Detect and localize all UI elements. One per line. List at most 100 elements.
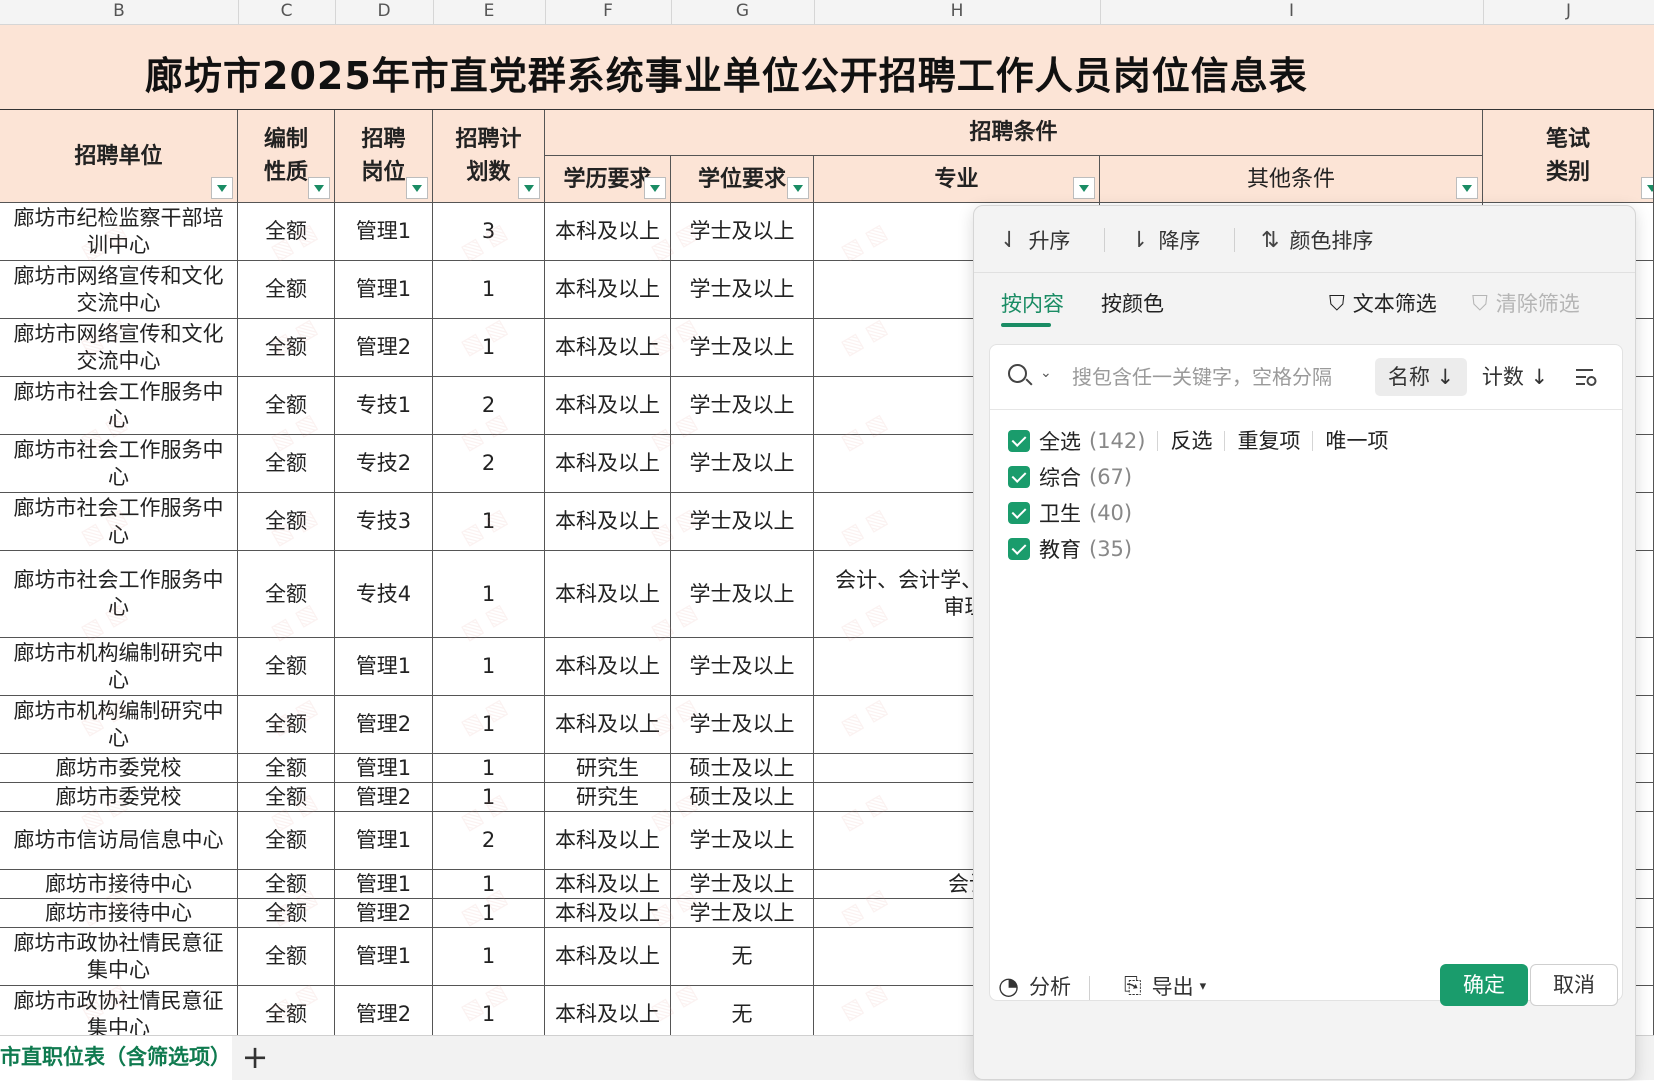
- cell-plan[interactable]: 2: [433, 435, 545, 493]
- cell-staffing[interactable]: 全额: [238, 261, 335, 319]
- add-sheet-button[interactable]: +: [240, 1038, 270, 1078]
- cell-education[interactable]: 本科及以上: [545, 551, 671, 638]
- list-settings-icon[interactable]: [1575, 367, 1597, 387]
- cell-unit[interactable]: 廊坊市机构编制研究中心: [0, 638, 238, 696]
- column-letter[interactable]: H: [814, 0, 1100, 25]
- cell-plan[interactable]: 1: [433, 928, 545, 986]
- filter-dropdown-button[interactable]: [644, 177, 666, 199]
- checkbox-checked-icon[interactable]: [1008, 466, 1030, 488]
- column-letter[interactable]: F: [545, 0, 671, 25]
- cell-plan[interactable]: 3: [433, 203, 545, 261]
- search-icon[interactable]: [1008, 364, 1027, 383]
- cell-education[interactable]: 本科及以上: [545, 812, 671, 870]
- header-conditions[interactable]: 招聘条件: [545, 110, 1483, 156]
- filter-option[interactable]: 卫生 (40): [1008, 495, 1132, 531]
- cell-degree[interactable]: 硕士及以上: [671, 754, 814, 783]
- cell-plan[interactable]: 1: [433, 261, 545, 319]
- filter-dropdown-button[interactable]: [308, 177, 330, 199]
- cell-staffing[interactable]: 全额: [238, 203, 335, 261]
- header-unit[interactable]: 招聘单位: [0, 110, 238, 203]
- cell-unit[interactable]: 廊坊市社会工作服务中心: [0, 435, 238, 493]
- column-letter[interactable]: J: [1483, 0, 1654, 25]
- cell-education[interactable]: 本科及以上: [545, 638, 671, 696]
- filter-dropdown-button[interactable]: [1456, 177, 1478, 199]
- cell-degree[interactable]: 学士及以上: [671, 696, 814, 754]
- cell-education[interactable]: 本科及以上: [545, 261, 671, 319]
- export-button[interactable]: ⎘ 导出 ▾: [1124, 971, 1206, 1001]
- header-post[interactable]: 招聘岗位: [335, 110, 433, 203]
- sort-by-name-button[interactable]: 名称 ↓: [1375, 358, 1467, 396]
- filter-dropdown-button[interactable]: [787, 177, 809, 199]
- sort-descending-button[interactable]: ⇂ 降序: [1130, 220, 1200, 260]
- cell-staffing[interactable]: 全额: [238, 928, 335, 986]
- cell-post[interactable]: 管理1: [335, 203, 433, 261]
- cell-unit[interactable]: 廊坊市网络宣传和文化交流中心: [0, 261, 238, 319]
- sort-by-count-button[interactable]: 计数 ↓: [1480, 358, 1550, 396]
- cell-post[interactable]: 专技2: [335, 435, 433, 493]
- cell-education[interactable]: 本科及以上: [545, 435, 671, 493]
- header-major[interactable]: 专业: [814, 156, 1100, 203]
- cell-plan[interactable]: 1: [433, 696, 545, 754]
- cell-degree[interactable]: 学士及以上: [671, 319, 814, 377]
- cell-post[interactable]: 专技4: [335, 551, 433, 638]
- chevron-down-icon[interactable]: ⌄: [1040, 365, 1052, 381]
- cell-staffing[interactable]: 全额: [238, 812, 335, 870]
- cell-unit[interactable]: 廊坊市社会工作服务中心: [0, 493, 238, 551]
- cell-post[interactable]: 管理1: [335, 928, 433, 986]
- cell-degree[interactable]: 学士及以上: [671, 899, 814, 928]
- header-plan[interactable]: 招聘计划数: [433, 110, 545, 203]
- cell-plan[interactable]: 1: [433, 493, 545, 551]
- clear-filter-button[interactable]: ⛉ 清除筛选: [1472, 288, 1580, 318]
- cell-plan[interactable]: 1: [433, 870, 545, 899]
- cell-post[interactable]: 管理1: [335, 812, 433, 870]
- filter-option[interactable]: 教育 (35): [1008, 531, 1132, 567]
- cell-plan[interactable]: 1: [433, 986, 545, 1035]
- cell-plan[interactable]: 1: [433, 754, 545, 783]
- filter-option-select-all[interactable]: 全选 (142) 反选 重复项 唯一项: [1008, 423, 1388, 459]
- cell-plan[interactable]: 1: [433, 783, 545, 812]
- cell-education[interactable]: 本科及以上: [545, 986, 671, 1035]
- cell-education[interactable]: 本科及以上: [545, 696, 671, 754]
- cell-post[interactable]: 管理2: [335, 986, 433, 1035]
- cell-degree[interactable]: 学士及以上: [671, 377, 814, 435]
- filter-dropdown-button[interactable]: [1641, 177, 1653, 199]
- cell-degree[interactable]: 学士及以上: [671, 551, 814, 638]
- cancel-button[interactable]: 取消: [1530, 964, 1618, 1006]
- cell-education[interactable]: 本科及以上: [545, 928, 671, 986]
- cell-education[interactable]: 本科及以上: [545, 203, 671, 261]
- analyze-button[interactable]: ◔ 分析: [998, 971, 1071, 1001]
- tab-by-content[interactable]: 按内容: [1001, 288, 1064, 318]
- cell-staffing[interactable]: 全额: [238, 986, 335, 1035]
- cell-degree[interactable]: 学士及以上: [671, 638, 814, 696]
- cell-education[interactable]: 研究生: [545, 754, 671, 783]
- cell-unit[interactable]: 廊坊市政协社情民意征集中心: [0, 986, 238, 1035]
- column-letter[interactable]: E: [433, 0, 545, 25]
- cell-post[interactable]: 专技1: [335, 377, 433, 435]
- cell-plan[interactable]: 2: [433, 812, 545, 870]
- header-exam[interactable]: 笔试类别: [1483, 110, 1654, 203]
- cell-unit[interactable]: 廊坊市委党校: [0, 754, 238, 783]
- cell-degree[interactable]: 学士及以上: [671, 870, 814, 899]
- unique-link[interactable]: 唯一项: [1312, 431, 1388, 452]
- cell-education[interactable]: 本科及以上: [545, 493, 671, 551]
- cell-plan[interactable]: 1: [433, 551, 545, 638]
- cell-staffing[interactable]: 全额: [238, 696, 335, 754]
- cell-post[interactable]: 管理2: [335, 319, 433, 377]
- cell-degree[interactable]: 学士及以上: [671, 261, 814, 319]
- filter-dropdown-button[interactable]: [518, 177, 540, 199]
- cell-plan[interactable]: 1: [433, 899, 545, 928]
- cell-unit[interactable]: 廊坊市纪检监察干部培训中心: [0, 203, 238, 261]
- cell-education[interactable]: 本科及以上: [545, 377, 671, 435]
- cell-staffing[interactable]: 全额: [238, 754, 335, 783]
- cell-post[interactable]: 专技3: [335, 493, 433, 551]
- cell-post[interactable]: 管理2: [335, 899, 433, 928]
- cell-post[interactable]: 管理2: [335, 696, 433, 754]
- confirm-button[interactable]: 确定: [1440, 964, 1528, 1006]
- checkbox-checked-icon[interactable]: [1008, 538, 1030, 560]
- cell-staffing[interactable]: 全额: [238, 638, 335, 696]
- cell-unit[interactable]: 廊坊市网络宣传和文化交流中心: [0, 319, 238, 377]
- sort-by-color-button[interactable]: ⇅ 颜色排序: [1261, 220, 1373, 260]
- cell-degree[interactable]: 学士及以上: [671, 493, 814, 551]
- cell-post[interactable]: 管理2: [335, 783, 433, 812]
- column-letter[interactable]: B: [0, 0, 238, 25]
